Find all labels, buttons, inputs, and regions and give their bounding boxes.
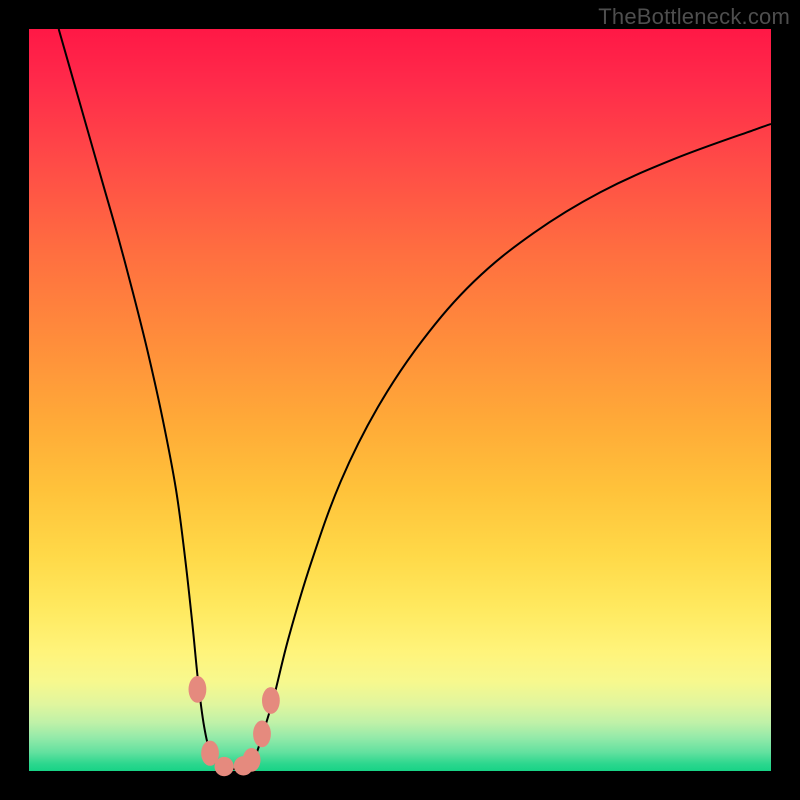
bead-right-lower <box>243 748 261 772</box>
bottleneck-curve <box>59 29 771 769</box>
bead-right-upper <box>253 721 271 748</box>
plot-area <box>29 29 771 771</box>
bead-right-upper2 <box>262 687 280 714</box>
marker-group <box>189 676 280 776</box>
curve-svg <box>29 29 771 771</box>
curve-group <box>59 29 771 769</box>
chart-frame: TheBottleneck.com <box>0 0 800 800</box>
bead-floor-left <box>215 757 234 776</box>
bead-left-upper <box>189 676 207 703</box>
watermark-label: TheBottleneck.com <box>598 4 790 30</box>
